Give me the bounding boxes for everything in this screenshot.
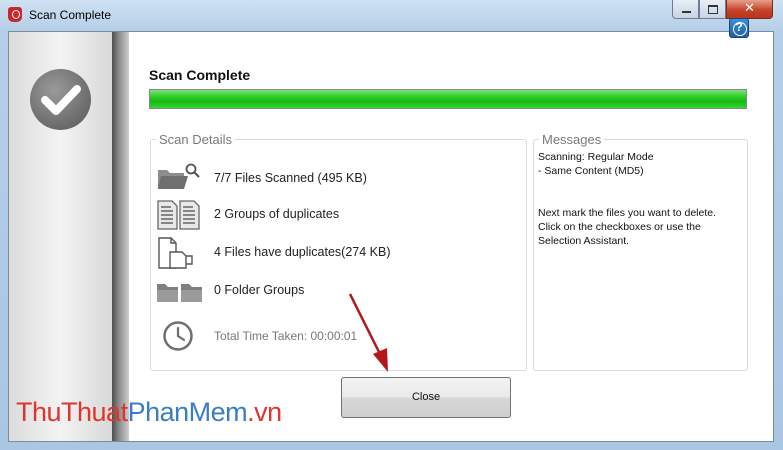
progress-fill (150, 90, 746, 108)
scan-progress-bar (149, 89, 747, 109)
duplicate-files-text: 4 Files have duplicates(274 KB) (214, 245, 391, 259)
scan-details-legend: Scan Details (159, 132, 232, 147)
message-line: Next mark the files you want to delete. (538, 207, 717, 219)
side-panel-divider (112, 32, 129, 441)
duplicate-files-icon (158, 237, 193, 269)
watermark-part: ThuThuat (16, 397, 128, 427)
message-line: Scanning: Regular Mode (538, 151, 654, 163)
duplicate-groups-text: 2 Groups of duplicates (214, 207, 340, 221)
message-line: Click on the checkboxes or use the (538, 221, 701, 233)
app-icon (8, 7, 22, 22)
time-taken-text: Total Time Taken: 00:00:01 (214, 329, 358, 343)
folder-groups-text: 0 Folder Groups (214, 283, 305, 297)
folder-groups-icon (157, 284, 202, 302)
title-bar[interactable]: Scan Complete ✕ (0, 0, 783, 30)
page-title: Scan Complete (149, 67, 251, 83)
minimize-button[interactable] (672, 0, 699, 19)
clock-icon (163, 321, 193, 351)
duplicate-documents-icon (157, 200, 200, 230)
red-arrow-annotation (348, 293, 388, 372)
message-line: - Same Content (MD5) (538, 165, 644, 177)
folder-search-icon (158, 163, 200, 189)
help-icon[interactable] (729, 18, 749, 38)
watermark: ThuThuatPhanMem.vn (16, 397, 282, 428)
close-button[interactable]: Close (341, 377, 511, 418)
watermark-part: PhanMem (127, 397, 248, 427)
files-scanned-text: 7/7 Files Scanned (495 KB) (214, 171, 367, 185)
message-line: Selection Assistant. (538, 235, 630, 247)
maximize-button[interactable] (699, 0, 726, 19)
checkmark-icon (30, 69, 91, 130)
watermark-part: .vn (247, 397, 282, 427)
window-close-button[interactable]: ✕ (726, 0, 773, 19)
window-title: Scan Complete (29, 8, 112, 22)
close-icon: ✕ (744, 1, 755, 16)
application-window: Scan Complete ✕ Scan Complete Scan Detai… (0, 0, 783, 450)
side-panel (9, 32, 112, 441)
messages-legend: Messages (542, 132, 602, 147)
